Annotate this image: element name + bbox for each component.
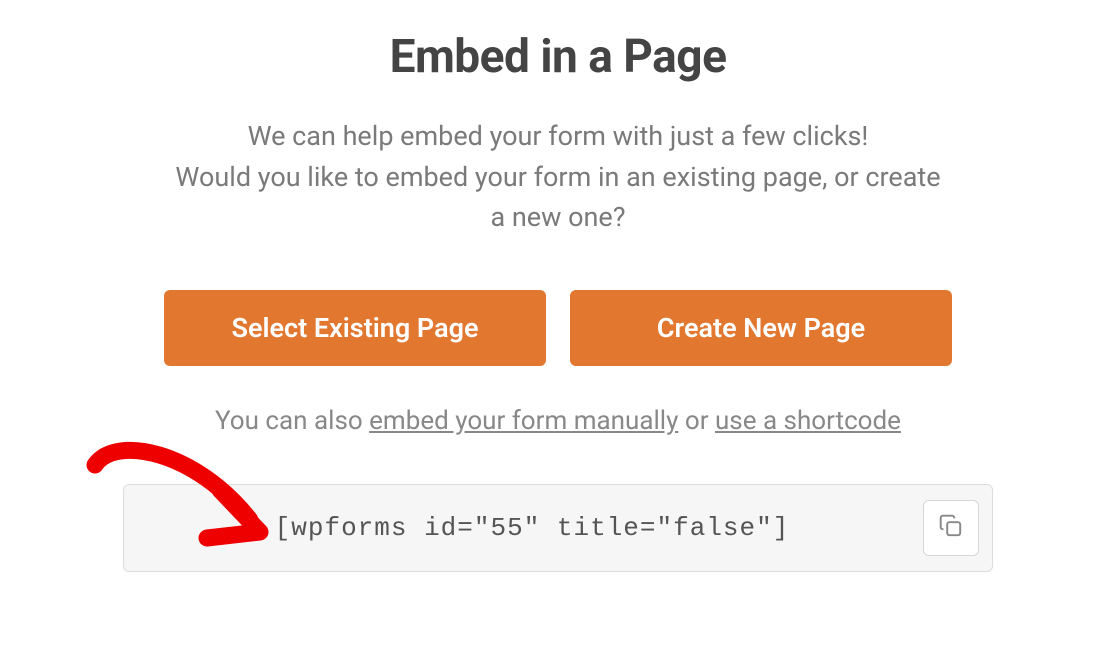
helper-text-prefix: You can also xyxy=(215,406,369,436)
copy-icon xyxy=(938,513,964,542)
copy-shortcode-button[interactable] xyxy=(923,500,979,556)
select-existing-page-button[interactable]: Select Existing Page xyxy=(164,290,546,366)
subtitle-line-1: We can help embed your form with just a … xyxy=(175,116,940,157)
modal-title: Embed in a Page xyxy=(390,30,727,84)
create-new-page-button[interactable]: Create New Page xyxy=(570,290,952,366)
embed-manually-link[interactable]: embed your form manually xyxy=(369,406,678,436)
helper-text-middle: or xyxy=(678,406,715,436)
subtitle-line-3: a new one? xyxy=(175,197,940,238)
button-row: Select Existing Page Create New Page xyxy=(164,290,952,366)
shortcode-container: [wpforms id="55" title="false"] xyxy=(123,484,993,572)
helper-text: You can also embed your form manually or… xyxy=(215,406,901,436)
shortcode-text[interactable]: [wpforms id="55" title="false"] xyxy=(123,484,993,572)
subtitle-line-2: Would you like to embed your form in an … xyxy=(175,157,940,198)
modal-subtitle: We can help embed your form with just a … xyxy=(175,116,940,238)
use-shortcode-link[interactable]: use a shortcode xyxy=(715,406,901,436)
